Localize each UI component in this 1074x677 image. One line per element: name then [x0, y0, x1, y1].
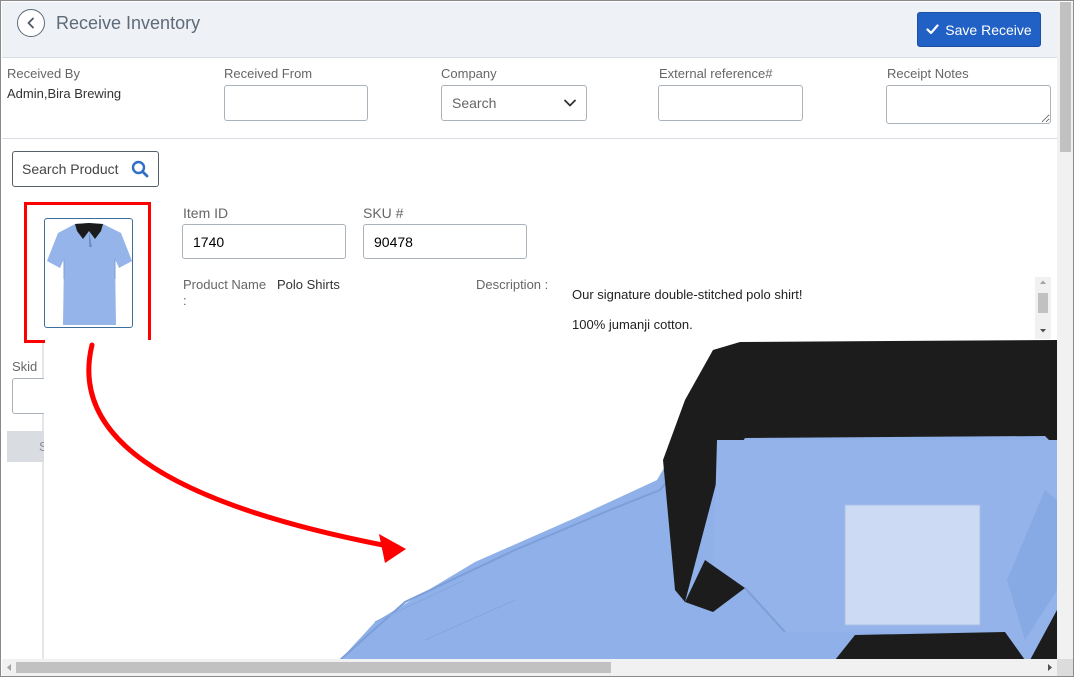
received-by-label: Received By — [7, 66, 80, 81]
product-name-value: Polo Shirts — [277, 277, 340, 292]
save-receive-label: Save Receive — [945, 21, 1032, 38]
company-select-placeholder: Search — [452, 95, 497, 111]
skid-action-button-label: S — [39, 439, 44, 454]
skid-label: Skid — [12, 359, 38, 374]
external-reference-label: External reference# — [659, 66, 773, 81]
scrollbar-arrows-icon — [1038, 280, 1048, 333]
external-reference-input[interactable] — [658, 85, 803, 121]
description-line-2: 100% jumanji cotton. — [572, 316, 693, 332]
scroll-left-arrow-icon[interactable] — [2, 659, 16, 676]
received-from-label: Received From — [224, 66, 313, 81]
product-name-label: Product Name — [183, 277, 267, 292]
page-horizontal-scrollbar[interactable] — [2, 659, 1057, 676]
product-thumbnail[interactable] — [44, 218, 133, 328]
skid-action-button[interactable]: S — [7, 431, 44, 462]
scroll-right-arrow-icon[interactable] — [1043, 659, 1057, 676]
save-receive-button[interactable]: Save Receive — [917, 12, 1041, 47]
sku-input[interactable] — [363, 224, 527, 259]
received-from-input[interactable] — [224, 85, 368, 121]
product-name-colon: : — [183, 293, 187, 308]
page-header: Receive Inventory Save Receive — [2, 2, 1057, 58]
horizontal-scroll-thumb[interactable] — [16, 662, 611, 673]
skid-input[interactable] — [12, 378, 44, 414]
search-icon — [131, 160, 149, 178]
page-vertical-scrollbar[interactable] — [1057, 2, 1073, 659]
section-divider — [2, 138, 1057, 139]
received-by-value: Admin,Bira Brewing — [7, 86, 122, 101]
item-id-label: Item ID — [183, 205, 229, 221]
description-line-1: Our signature double-stitched polo shirt… — [572, 287, 803, 302]
receipt-notes-textarea[interactable] — [886, 85, 1051, 124]
vertical-scroll-thumb[interactable] — [1060, 2, 1071, 152]
scrollbar-corner — [1057, 659, 1073, 676]
back-button[interactable] — [17, 9, 45, 37]
polo-shirt-thumbnail-image — [47, 223, 132, 325]
description-scrollbar[interactable] — [1035, 277, 1051, 339]
polo-shirt-zoom-image — [339, 340, 1057, 660]
sku-label: SKU # — [363, 205, 404, 221]
item-id-input[interactable] — [182, 224, 346, 259]
check-icon — [926, 24, 939, 35]
product-image-zoom[interactable] — [45, 340, 1057, 660]
chevron-left-icon — [27, 17, 34, 29]
company-label: Company — [441, 66, 497, 81]
page-title: Receive Inventory — [56, 13, 201, 33]
search-product-button[interactable]: Search Product — [12, 151, 159, 187]
search-product-label: Search Product — [22, 161, 119, 177]
company-select[interactable]: Search — [441, 85, 587, 121]
description-label: Description : — [476, 277, 549, 292]
receipt-notes-label: Receipt Notes — [887, 66, 969, 81]
chevron-down-icon — [564, 99, 576, 107]
description-text[interactable]: Our signature double-stitched polo shirt… — [561, 277, 1051, 339]
app-window: Receive Inventory Save Receive Received … — [0, 0, 1074, 677]
